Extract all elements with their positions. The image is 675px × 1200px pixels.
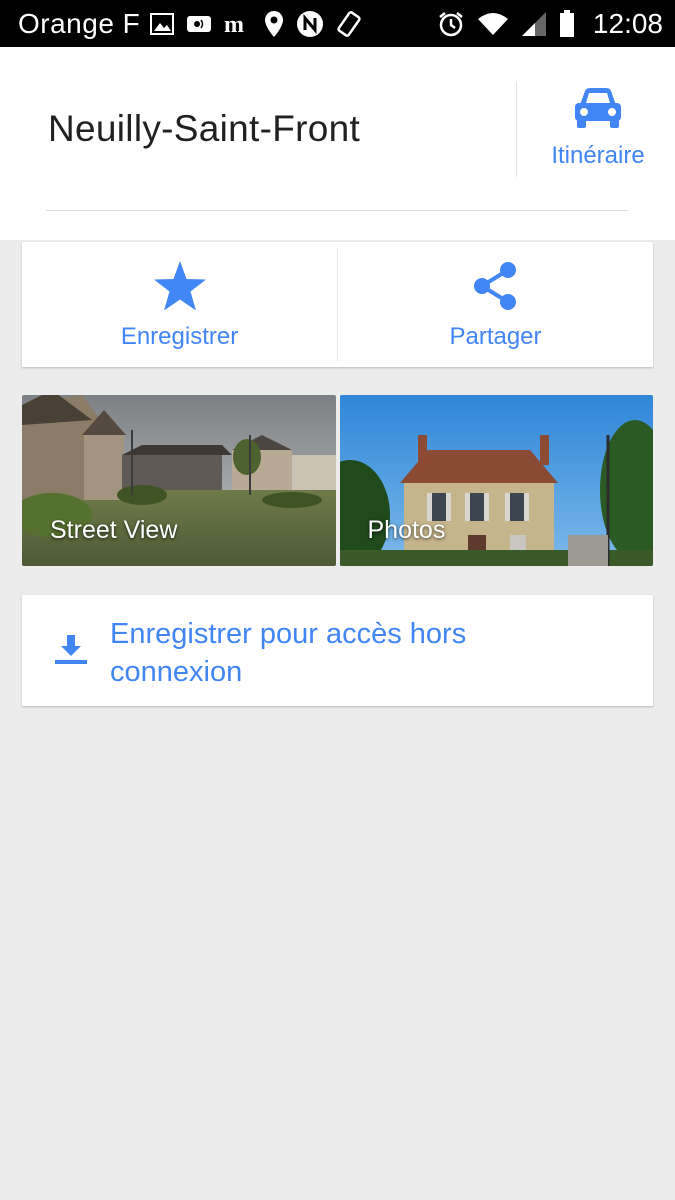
place-header: Neuilly-Saint-Front Itinéraire bbox=[0, 47, 675, 240]
directions-button[interactable]: Itinéraire bbox=[528, 85, 668, 185]
offline-save-card[interactable]: Enregistrer pour accès hors connexion bbox=[22, 595, 653, 706]
status-bar: Orange F m 12:08 bbox=[0, 0, 675, 47]
street-view-tile[interactable]: Street View bbox=[22, 395, 336, 566]
photos-tile[interactable]: Photos bbox=[339, 395, 653, 566]
share-button[interactable]: Partager bbox=[338, 242, 653, 367]
header-divider bbox=[516, 82, 517, 177]
nfc-n-icon bbox=[296, 10, 324, 38]
image-notification-icon bbox=[150, 12, 175, 35]
location-pin-icon bbox=[264, 10, 284, 38]
nfc-card-icon bbox=[186, 14, 212, 34]
signal-icon bbox=[521, 11, 547, 37]
carrier-name: Orange F bbox=[18, 7, 141, 39]
share-icon bbox=[470, 260, 522, 317]
newspaper-m-icon: m bbox=[224, 12, 252, 36]
media-tiles: Street View Photos bbox=[22, 395, 653, 566]
actions-card: Enregistrer Partager bbox=[22, 242, 653, 367]
save-button[interactable]: Enregistrer bbox=[22, 242, 337, 367]
battery-icon bbox=[559, 9, 575, 38]
header-bottom-divider bbox=[46, 210, 628, 211]
download-icon bbox=[54, 633, 88, 672]
star-icon bbox=[153, 260, 207, 317]
place-title: Neuilly-Saint-Front bbox=[48, 108, 361, 149]
wifi-icon bbox=[477, 11, 509, 37]
save-label: Enregistrer bbox=[120, 323, 239, 350]
clock: 12:08 bbox=[592, 7, 663, 39]
photos-label: Photos bbox=[367, 516, 446, 544]
alarm-icon bbox=[437, 10, 465, 38]
offline-save-label: Enregistrer pour accès hors connexion bbox=[110, 618, 467, 688]
street-view-label: Street View bbox=[50, 516, 178, 544]
directions-label: Itinéraire bbox=[551, 142, 645, 169]
share-label: Partager bbox=[449, 323, 542, 350]
svg-text:m: m bbox=[224, 12, 244, 36]
notification-icons: m bbox=[150, 10, 437, 38]
screen-rotation-icon bbox=[336, 10, 362, 38]
car-icon bbox=[572, 85, 624, 134]
